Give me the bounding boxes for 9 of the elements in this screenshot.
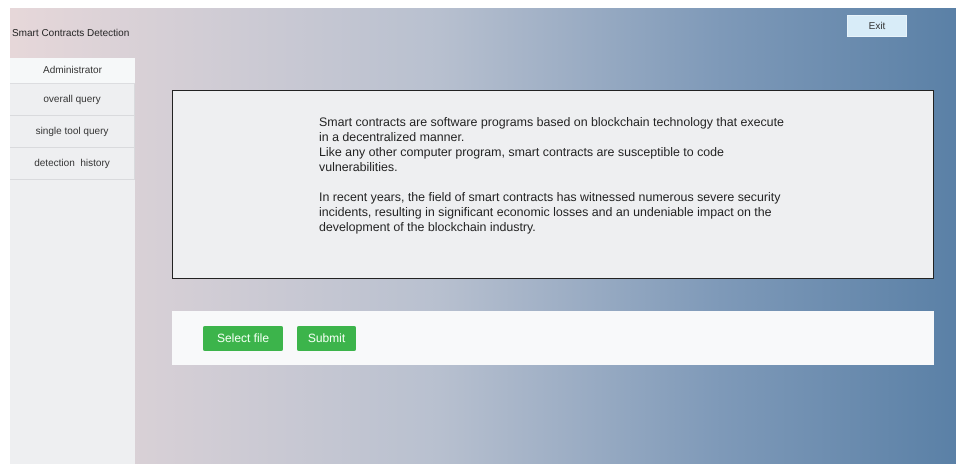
sidebar-item[interactable]: single tool query (10, 116, 135, 148)
intro-paragraph: Like any other computer program, smart contracts are susceptible to code vulnerabilities. (319, 145, 725, 175)
user-name: Administrator (10, 58, 135, 84)
intro-paragraph: In recent years, the field of smart contracts has witnessed numerous severe security incidents, resulting in significant economic losses and an undeniable impact on the development of the blockchain industry. (319, 190, 782, 235)
sidebar-item[interactable]: overall query (10, 84, 135, 116)
intro-paragraph: Smart contracts are software programs based on blockchain technology that execute in a decentralized manner. (319, 115, 785, 145)
sidebar-item[interactable]: detection history (10, 148, 135, 180)
exit-button[interactable]: Exit (847, 15, 907, 37)
app-title: Smart Contracts Detection (12, 28, 130, 38)
